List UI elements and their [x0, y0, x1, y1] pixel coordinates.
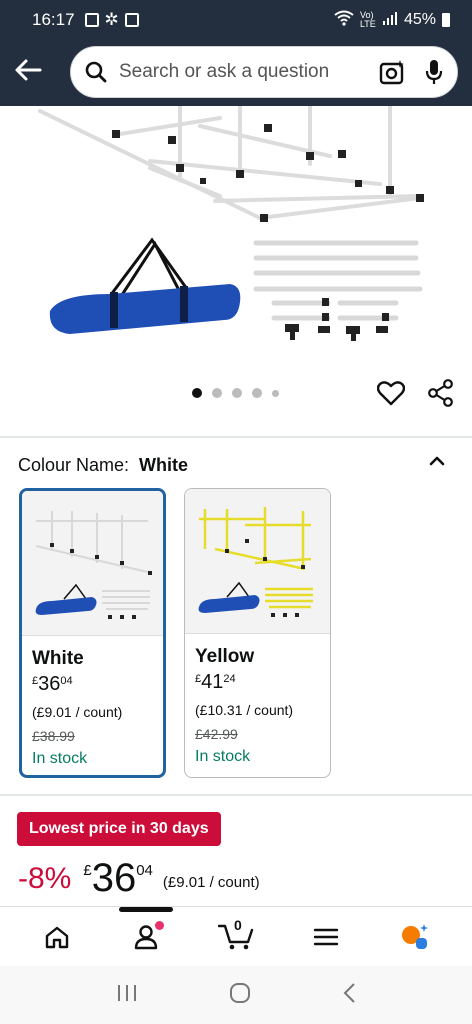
- bottom-navigation: 0: [0, 906, 472, 966]
- heart-icon: [377, 381, 405, 406]
- deal-badge: Lowest price in 30 days: [17, 812, 221, 846]
- cart-count: 0: [233, 916, 242, 933]
- search-icon: [85, 61, 107, 83]
- status-right: Vo) LTE 45%: [334, 10, 450, 31]
- section-divider: [0, 794, 472, 796]
- recent-apps-icon: [117, 984, 136, 1001]
- collapse-button[interactable]: [428, 452, 446, 470]
- check-notification-icon: [124, 13, 139, 27]
- battery-label: 45%: [403, 11, 436, 28]
- variant-name: Yellow: [195, 646, 255, 667]
- pagination-dot[interactable]: [212, 388, 222, 398]
- search-box[interactable]: Search or ask a question: [70, 46, 458, 98]
- search-input[interactable]: Search or ask a question: [119, 61, 379, 83]
- status-left: 16:17 ✲: [32, 10, 139, 30]
- variant-price: £4124: [195, 671, 320, 694]
- home-system-button[interactable]: [229, 982, 251, 1009]
- variant-unit-price: (£9.01 / count): [32, 704, 123, 720]
- variant-thumbnail: [22, 491, 163, 636]
- price-whole: 41: [201, 671, 224, 693]
- colour-label: Colour Name:: [18, 455, 130, 475]
- price-fraction: 04: [60, 675, 73, 687]
- variant-image-white: [35, 511, 153, 619]
- network-label: Vo) LTE: [359, 10, 376, 29]
- wishlist-button[interactable]: [376, 378, 406, 408]
- variant-stock-status: In stock: [195, 748, 251, 765]
- chevron-up-icon: [429, 456, 445, 466]
- recent-apps-button[interactable]: [116, 983, 138, 1008]
- variant-unit-price: (£10.31 / count): [195, 702, 294, 718]
- nav-cart[interactable]: 0: [216, 917, 256, 957]
- notification-dot: [155, 920, 165, 930]
- camera-search-icon[interactable]: [379, 59, 405, 85]
- assistant-icon: [402, 923, 429, 949]
- currency-symbol: £: [83, 862, 92, 879]
- microphone-icon[interactable]: [425, 59, 443, 85]
- variant-image-yellow: [198, 507, 313, 617]
- price-fraction: 04: [136, 862, 153, 879]
- menu-icon: [313, 928, 338, 945]
- search-header: Search or ask a question: [0, 40, 472, 106]
- pagination-dot[interactable]: [192, 388, 202, 398]
- variant-thumbnail: [185, 489, 330, 634]
- currency-symbol: £: [32, 675, 39, 687]
- currency-symbol: £: [195, 673, 202, 685]
- system-navigation: [0, 966, 472, 1024]
- battery-icon: [442, 13, 450, 27]
- nav-rufus-assistant[interactable]: [395, 917, 435, 957]
- price-whole: 36: [38, 673, 61, 695]
- pagination-dot[interactable]: [252, 388, 262, 398]
- colour-selected-value: White: [139, 455, 189, 475]
- wifi-icon: [334, 10, 354, 31]
- nav-menu[interactable]: [306, 917, 346, 957]
- back-arrow-icon: [15, 59, 42, 81]
- home-circle-icon: [229, 982, 250, 1003]
- share-button[interactable]: [426, 378, 456, 408]
- variant-card-white[interactable]: White £3604 (£9.01 / count) £38.99 In st…: [19, 488, 166, 778]
- price-block: -8% £ 36 04 (£9.01 / count): [18, 856, 260, 900]
- gallery-pagination[interactable]: [192, 388, 279, 398]
- signal-icon: [382, 11, 398, 30]
- back-system-button[interactable]: [342, 982, 356, 1009]
- pagination-dot[interactable]: [272, 389, 279, 397]
- unit-price: (£9.01 / count): [162, 874, 260, 891]
- nav-home[interactable]: [37, 917, 77, 957]
- pagination-dot[interactable]: [232, 388, 242, 398]
- price-fraction: 24: [223, 673, 236, 685]
- variant-name: White: [32, 648, 84, 669]
- price-whole: 36: [91, 856, 137, 900]
- variant-was-price: £42.99: [195, 726, 238, 742]
- variant-was-price: £38.99: [32, 728, 75, 744]
- back-button[interactable]: [12, 54, 44, 86]
- section-divider: [0, 436, 472, 438]
- fan-notification-icon: ✲: [104, 10, 119, 29]
- discount-percent: -8%: [18, 862, 72, 895]
- nav-account[interactable]: [119, 906, 174, 957]
- status-time: 16:17: [32, 10, 75, 29]
- colour-name-row: Colour Name: White: [18, 455, 188, 476]
- variant-price: £3604: [32, 673, 153, 696]
- variant-card-yellow[interactable]: Yellow £4124 (£10.31 / count) £42.99 In …: [184, 488, 331, 778]
- share-icon: [428, 379, 453, 407]
- gallery-notification-icon: [84, 13, 99, 27]
- status-bar: 16:17 ✲ Vo) LTE 45%: [0, 0, 472, 40]
- back-chevron-icon: [343, 982, 356, 1003]
- home-icon: [45, 926, 68, 948]
- variant-stock-status: In stock: [32, 750, 88, 767]
